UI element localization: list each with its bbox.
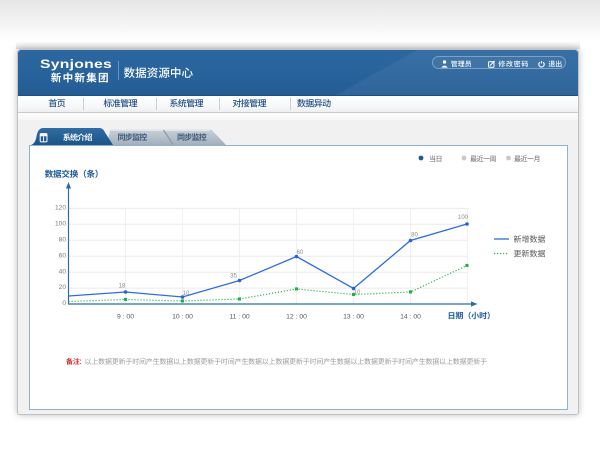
svg-text:100: 100: [55, 221, 66, 228]
svg-text:100: 100: [458, 215, 469, 221]
svg-text:10 : 00: 10 : 00: [172, 314, 193, 321]
svg-text:10: 10: [354, 290, 361, 296]
svg-text:20: 20: [59, 284, 67, 291]
svg-text:10: 10: [183, 291, 190, 297]
svg-text:60: 60: [59, 252, 67, 259]
svg-text:9 : 00: 9 : 00: [117, 314, 134, 321]
svg-text:13 : 00: 13 : 00: [343, 314, 364, 321]
svg-text:40: 40: [59, 268, 67, 275]
svg-text:80: 80: [411, 233, 418, 239]
svg-text:18: 18: [119, 284, 126, 290]
svg-text:11 : 00: 11 : 00: [229, 314, 250, 321]
svg-text:60: 60: [297, 250, 304, 256]
svg-text:120: 120: [55, 205, 66, 212]
svg-text:0: 0: [62, 300, 66, 307]
svg-text:12 : 00: 12 : 00: [286, 314, 307, 321]
svg-text:14 : 00: 14 : 00: [400, 314, 421, 321]
svg-text:80: 80: [59, 236, 67, 243]
svg-text:35: 35: [230, 274, 237, 280]
